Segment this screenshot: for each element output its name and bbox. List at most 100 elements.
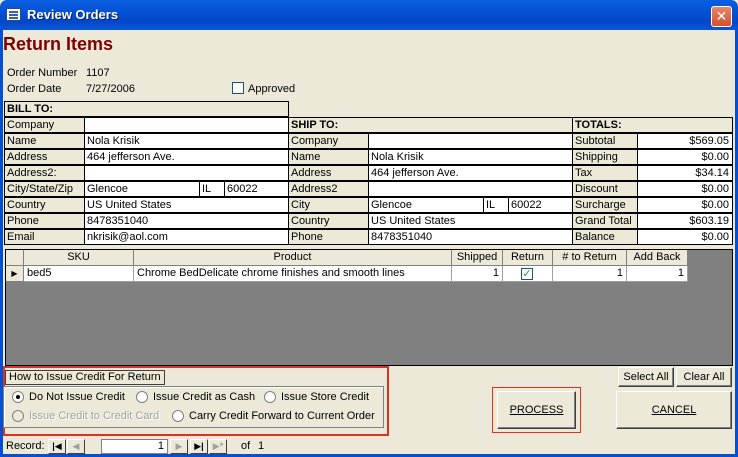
radio-do-not-issue-credit[interactable] bbox=[12, 391, 24, 403]
ship-company-label: Company bbox=[288, 133, 369, 149]
form-icon bbox=[6, 8, 21, 21]
bill-city-field[interactable]: Glencoe bbox=[84, 181, 200, 197]
bill-phone-label: Phone bbox=[4, 213, 85, 229]
record-navigator: Record: |◀ ◀ 1 ▶ ▶| ▶* of 1 bbox=[3, 439, 735, 454]
ship-to-header: SHIP TO: bbox=[288, 117, 573, 133]
bill-company-label: Company bbox=[4, 117, 85, 133]
first-record-icon[interactable]: |◀ bbox=[48, 439, 66, 454]
item-return-checkbox[interactable]: ✓ bbox=[521, 268, 533, 280]
discount-label: Discount bbox=[572, 181, 638, 197]
grand-total-label: Grand Total bbox=[572, 213, 638, 229]
cancel-button[interactable]: CANCEL bbox=[616, 391, 732, 429]
ship-phone-field[interactable]: 8478351040 bbox=[368, 229, 573, 245]
ship-phone-label: Phone bbox=[288, 229, 369, 245]
column-header-product: Product bbox=[134, 250, 452, 266]
ship-company-field[interactable] bbox=[368, 133, 573, 149]
process-button[interactable]: PROCESS bbox=[497, 391, 576, 429]
radio-label-issue-credit-card: Issue Credit to Credit Card bbox=[29, 410, 160, 422]
ship-address-field[interactable]: 464 jefferson Ave. bbox=[368, 165, 573, 181]
surcharge-value: $0.00 bbox=[637, 197, 733, 213]
item-shipped[interactable]: 1 bbox=[452, 266, 503, 282]
record-total: 1 bbox=[258, 440, 265, 452]
bill-to-header: BILL TO: bbox=[4, 101, 289, 117]
close-button[interactable]: ✕ bbox=[711, 6, 732, 27]
column-header-return: Return bbox=[503, 250, 553, 266]
grand-total-value: $603.19 bbox=[637, 213, 733, 229]
next-record-icon[interactable]: ▶ bbox=[170, 439, 188, 454]
bill-zip-field[interactable]: 60022 bbox=[224, 181, 289, 197]
surcharge-label: Surcharge bbox=[572, 197, 638, 213]
item-sku[interactable]: bed5 bbox=[24, 266, 134, 282]
new-record-icon[interactable]: ▶* bbox=[209, 439, 227, 454]
ship-address2-field[interactable] bbox=[368, 181, 573, 197]
radio-issue-store-credit[interactable] bbox=[264, 391, 276, 403]
record-of-label: of bbox=[241, 440, 251, 452]
bill-name-field[interactable]: Nola Krisik bbox=[84, 133, 289, 149]
bill-address-label: Address bbox=[4, 149, 85, 165]
radio-label-do-not-issue-credit: Do Not Issue Credit bbox=[29, 391, 125, 403]
approved-label: Approved bbox=[248, 83, 296, 95]
record-label: Record: bbox=[6, 440, 45, 452]
subtotal-value: $569.05 bbox=[637, 133, 733, 149]
discount-value: $0.00 bbox=[637, 181, 733, 197]
radio-label-carry-credit-forward: Carry Credit Forward to Current Order bbox=[189, 410, 375, 422]
radio-carry-credit-forward[interactable] bbox=[172, 410, 184, 422]
ship-zip-field[interactable]: 60022 bbox=[508, 197, 573, 213]
approved-checkbox[interactable] bbox=[232, 82, 244, 94]
title-bar: Review Orders ✕ bbox=[0, 0, 738, 30]
ship-address-label: Address bbox=[288, 165, 369, 181]
tax-label: Tax bbox=[572, 165, 638, 181]
radio-label-issue-credit-cash: Issue Credit as Cash bbox=[153, 391, 256, 403]
radio-label-issue-store-credit: Issue Store Credit bbox=[281, 391, 370, 403]
column-header-sku: SKU bbox=[24, 250, 134, 266]
ship-address2-label: Address2 bbox=[288, 181, 369, 197]
row-selector-header bbox=[6, 250, 24, 266]
shipping-label: Shipping bbox=[572, 149, 638, 165]
order-number-value: 1107 bbox=[86, 67, 110, 79]
radio-issue-credit-cash[interactable] bbox=[136, 391, 148, 403]
column-header-add-back: Add Back bbox=[627, 250, 688, 266]
clear-all-button[interactable]: Clear All bbox=[676, 367, 732, 387]
item-add-back[interactable]: 1 bbox=[627, 266, 688, 282]
subtotal-label: Subtotal bbox=[572, 133, 638, 149]
credit-options-legend: How to Issue Credit For Return bbox=[5, 370, 165, 385]
order-date-value: 7/27/2006 bbox=[86, 83, 135, 95]
item-to-return[interactable]: 1 bbox=[553, 266, 627, 282]
bill-country-label: Country bbox=[4, 197, 85, 213]
ship-country-field[interactable]: US United States bbox=[368, 213, 573, 229]
bill-phone-field[interactable]: 8478351040 bbox=[84, 213, 289, 229]
row-selector-arrow-icon[interactable]: ▶ bbox=[6, 266, 24, 282]
bill-city-label: City/State/Zip bbox=[4, 181, 85, 197]
item-product[interactable]: Chrome BedDelicate chrome finishes and s… bbox=[134, 266, 452, 282]
bill-country-field[interactable]: US United States bbox=[84, 197, 289, 213]
bill-address-field[interactable]: 464 jefferson Ave. bbox=[84, 149, 289, 165]
bill-email-field[interactable]: nkrisik@aol.com bbox=[84, 229, 289, 245]
bill-name-label: Name bbox=[4, 133, 85, 149]
current-record-input[interactable]: 1 bbox=[101, 439, 168, 454]
bill-email-label: Email bbox=[4, 229, 85, 245]
column-header-shipped: Shipped bbox=[452, 250, 503, 266]
balance-value: $0.00 bbox=[637, 229, 733, 245]
column-header-to-return: # to Return bbox=[553, 250, 627, 266]
shipping-value: $0.00 bbox=[637, 149, 733, 165]
select-all-button[interactable]: Select All bbox=[618, 367, 674, 387]
balance-label: Balance bbox=[572, 229, 638, 245]
bill-state-field[interactable]: IL bbox=[199, 181, 225, 197]
tax-value: $34.14 bbox=[637, 165, 733, 181]
bill-address2-label: Address2: bbox=[4, 165, 85, 181]
bill-company-field[interactable] bbox=[84, 117, 289, 133]
order-number-label: Order Number bbox=[7, 67, 78, 79]
ship-name-label: Name bbox=[288, 149, 369, 165]
bill-address2-field[interactable] bbox=[84, 165, 289, 181]
page-title: Return Items bbox=[3, 34, 114, 54]
order-date-label: Order Date bbox=[7, 83, 62, 95]
ship-city-field[interactable]: Glencoe bbox=[368, 197, 484, 213]
ship-country-label: Country bbox=[288, 213, 369, 229]
ship-state-field[interactable]: IL bbox=[483, 197, 509, 213]
previous-record-icon[interactable]: ◀ bbox=[67, 439, 85, 454]
totals-header: TOTALS: bbox=[572, 117, 733, 133]
return-items-subform: SKU Product Shipped Return # to Return A… bbox=[5, 249, 733, 366]
last-record-icon[interactable]: ▶| bbox=[190, 439, 208, 454]
ship-name-field[interactable]: Nola Krisik bbox=[368, 149, 573, 165]
item-return-cell: ✓ bbox=[503, 266, 553, 282]
